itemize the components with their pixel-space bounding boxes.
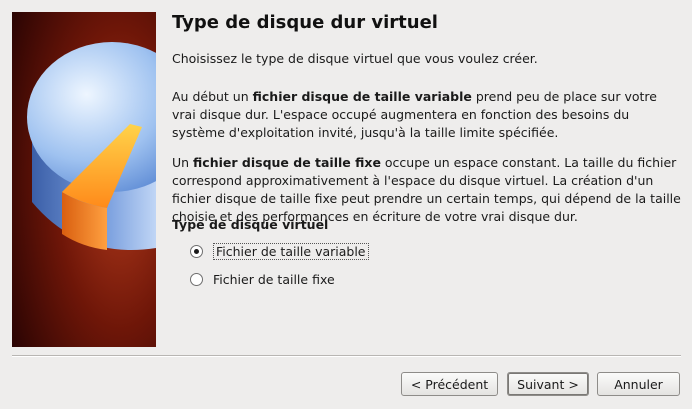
radio-variable-size[interactable]: Fichier de taille variable — [190, 241, 369, 261]
radio-button-unchecked[interactable] — [190, 272, 203, 286]
variable-size-description: Au début un fichier disque de taille var… — [172, 88, 682, 142]
fixed-size-description: Un fichier disque de taille fixe occupe … — [172, 154, 682, 226]
variable-desc-bold: fichier disque de taille variable — [252, 89, 472, 104]
radio-fixed-size-label[interactable]: Fichier de taille fixe — [213, 272, 335, 287]
variable-desc-prefix: Au début un — [172, 89, 253, 104]
next-button[interactable]: Suivant > — [507, 372, 589, 396]
intro-text: Choisissez le type de disque virtuel que… — [172, 51, 538, 66]
disk-pie-illustration — [12, 12, 156, 347]
radio-variable-size-label[interactable]: Fichier de taille variable — [213, 242, 369, 260]
page-title: Type de disque dur virtuel — [172, 12, 438, 33]
radio-fixed-size[interactable]: Fichier de taille fixe — [190, 269, 335, 289]
cancel-button[interactable]: Annuler — [597, 372, 680, 396]
radio-button-checked[interactable] — [190, 244, 203, 258]
disk-type-group-label: Type de disque virtuel — [172, 217, 329, 232]
wizard-banner-image — [12, 12, 156, 347]
button-separator — [12, 355, 681, 357]
fixed-desc-prefix: Un — [172, 155, 194, 170]
wizard-content: Type de disque dur virtuel Choisissez le… — [172, 12, 682, 287]
previous-button[interactable]: < Précédent — [401, 372, 498, 396]
fixed-desc-bold: fichier disque de taille fixe — [193, 155, 381, 170]
